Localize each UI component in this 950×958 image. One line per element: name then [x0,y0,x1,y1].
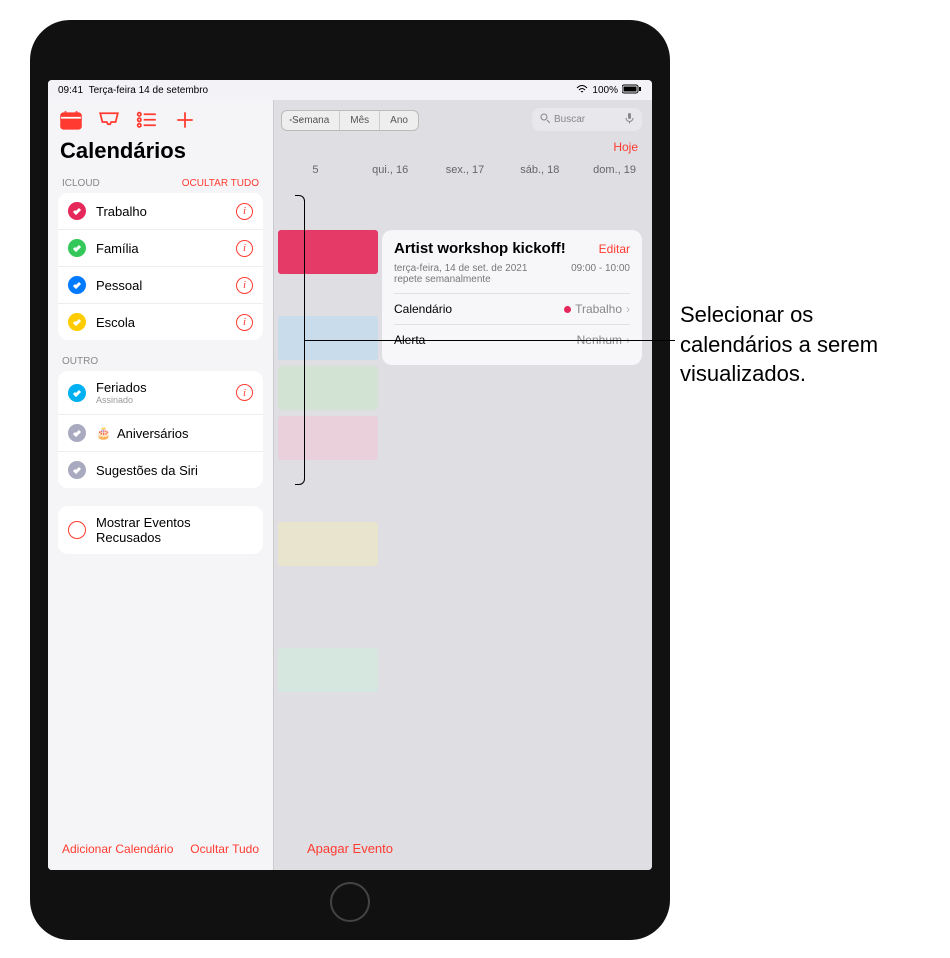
other-list: Feriados Assinado i 🎂 Aniversários Suges… [58,371,263,488]
status-time: 09:41 Terça-feira 14 de setembro [58,85,208,96]
calendars-sidebar: Calendários ICLOUD OCULTAR TUDO Trabalho… [48,100,274,870]
battery-pct: 100% [592,85,618,96]
icloud-list: Trabalho i Família i Pessoal i [58,193,263,340]
calendar-icon[interactable] [60,110,82,130]
checkmark-icon[interactable] [68,276,86,294]
calendar-item-aniversarios[interactable]: 🎂 Aniversários [58,415,263,452]
calendar-label: Sugestões da Siri [96,463,253,478]
event-block[interactable] [278,648,378,692]
day-header: sex., 17 [428,164,503,194]
search-icon [540,113,550,126]
seg-month[interactable]: Mês [340,111,380,130]
event-block[interactable] [278,230,378,274]
ellipsis-icon[interactable]: ⋯ [288,110,304,130]
dot-icon [564,306,571,313]
calendar-label: Família [96,241,226,256]
checkmark-icon[interactable] [68,202,86,220]
day-header: qui., 16 [353,164,428,194]
checkmark-icon[interactable] [68,313,86,331]
screen: 09:41 Terça-feira 14 de setembro 100% ⋯ … [48,80,652,870]
annotation-bracket [295,195,305,485]
event-date: terça-feira, 14 de set. de 2021 [394,263,527,274]
checkmark-icon[interactable] [68,461,86,479]
calendar-item-trabalho[interactable]: Trabalho i [58,193,263,230]
event-block[interactable] [278,522,378,566]
status-bar: 09:41 Terça-feira 14 de setembro 100% [48,80,652,100]
status-right: 100% [576,84,642,97]
event-repeat: repete semanalmente [394,274,491,285]
checkmark-icon[interactable] [68,424,86,442]
radio-icon[interactable] [68,521,86,539]
calendar-label: Trabalho [96,204,226,219]
day-header: 5 [278,164,353,194]
add-icon[interactable] [174,110,196,130]
info-icon[interactable]: i [236,384,253,401]
event-block[interactable] [278,416,378,460]
cake-icon: 🎂 [96,426,111,440]
calendar-item-feriados[interactable]: Feriados Assinado i [58,371,263,415]
event-block[interactable] [278,316,378,360]
event-calendar-row[interactable]: Calendário Trabalho › [394,293,630,324]
calendar-label: Feriados Assinado [96,380,226,405]
day-header: sáb., 18 [502,164,577,194]
home-button[interactable] [330,882,370,922]
delete-event-button[interactable]: Apagar Evento [307,841,393,856]
wifi-icon [576,84,588,97]
calendar-item-siri[interactable]: Sugestões da Siri [58,452,263,488]
seg-year[interactable]: Ano [380,111,418,130]
show-refused-label: Mostrar Eventos Recusados [96,515,253,545]
search-input[interactable]: Buscar [532,108,642,131]
calendar-item-pessoal[interactable]: Pessoal i [58,267,263,304]
sidebar-title: Calendários [48,136,273,172]
list-icon[interactable] [136,110,158,130]
inbox-icon[interactable] [98,110,120,130]
info-icon[interactable]: i [236,240,253,257]
event-block[interactable] [278,366,378,410]
chevron-right-icon: › [626,302,630,316]
event-detail-panel: Artist workshop kickoff! Editar terça-fe… [382,230,642,365]
edit-button[interactable]: Editar [599,242,630,256]
other-header: OUTRO [62,356,98,367]
add-calendar-button[interactable]: Adicionar Calendário [62,842,173,856]
main-area: ⋯ Semana Mês Ano Buscar [48,100,652,870]
mic-icon[interactable] [625,112,634,127]
sidebar-toolbar [48,106,273,136]
calendar-item-escola[interactable]: Escola i [58,304,263,340]
event-time: 09:00 - 10:00 [571,263,630,274]
hide-all-link[interactable]: OCULTAR TUDO [182,178,259,189]
calendar-label: Escola [96,315,226,330]
info-icon[interactable]: i [236,203,253,220]
info-icon[interactable]: i [236,277,253,294]
battery-icon [622,84,642,97]
refused-list: Mostrar Eventos Recusados [58,506,263,554]
annotation-line [305,340,675,341]
calendar-item-familia[interactable]: Família i [58,230,263,267]
search-placeholder: Buscar [554,114,585,125]
calendar-label: Aniversários [117,426,253,441]
show-refused-row[interactable]: Mostrar Eventos Recusados [58,506,263,554]
calendar-label: Pessoal [96,278,226,293]
event-title: Artist workshop kickoff! [394,240,566,257]
icloud-header: ICLOUD [62,178,100,189]
annotation-text: Selecionar os calendários a serem visual… [680,300,930,389]
today-button[interactable]: Hoje [613,140,638,164]
event-cal-label: Calendário [394,302,452,316]
event-cal-value: Trabalho [575,302,622,316]
day-header: dom., 19 [577,164,652,194]
checkmark-icon[interactable] [68,384,86,402]
hide-all-button[interactable]: Ocultar Tudo [190,842,259,856]
ipad-frame: 09:41 Terça-feira 14 de setembro 100% ⋯ … [30,20,670,940]
sidebar-footer: Adicionar Calendário Ocultar Tudo [48,828,273,870]
event-blocks [278,230,378,692]
checkmark-icon[interactable] [68,239,86,257]
info-icon[interactable]: i [236,314,253,331]
